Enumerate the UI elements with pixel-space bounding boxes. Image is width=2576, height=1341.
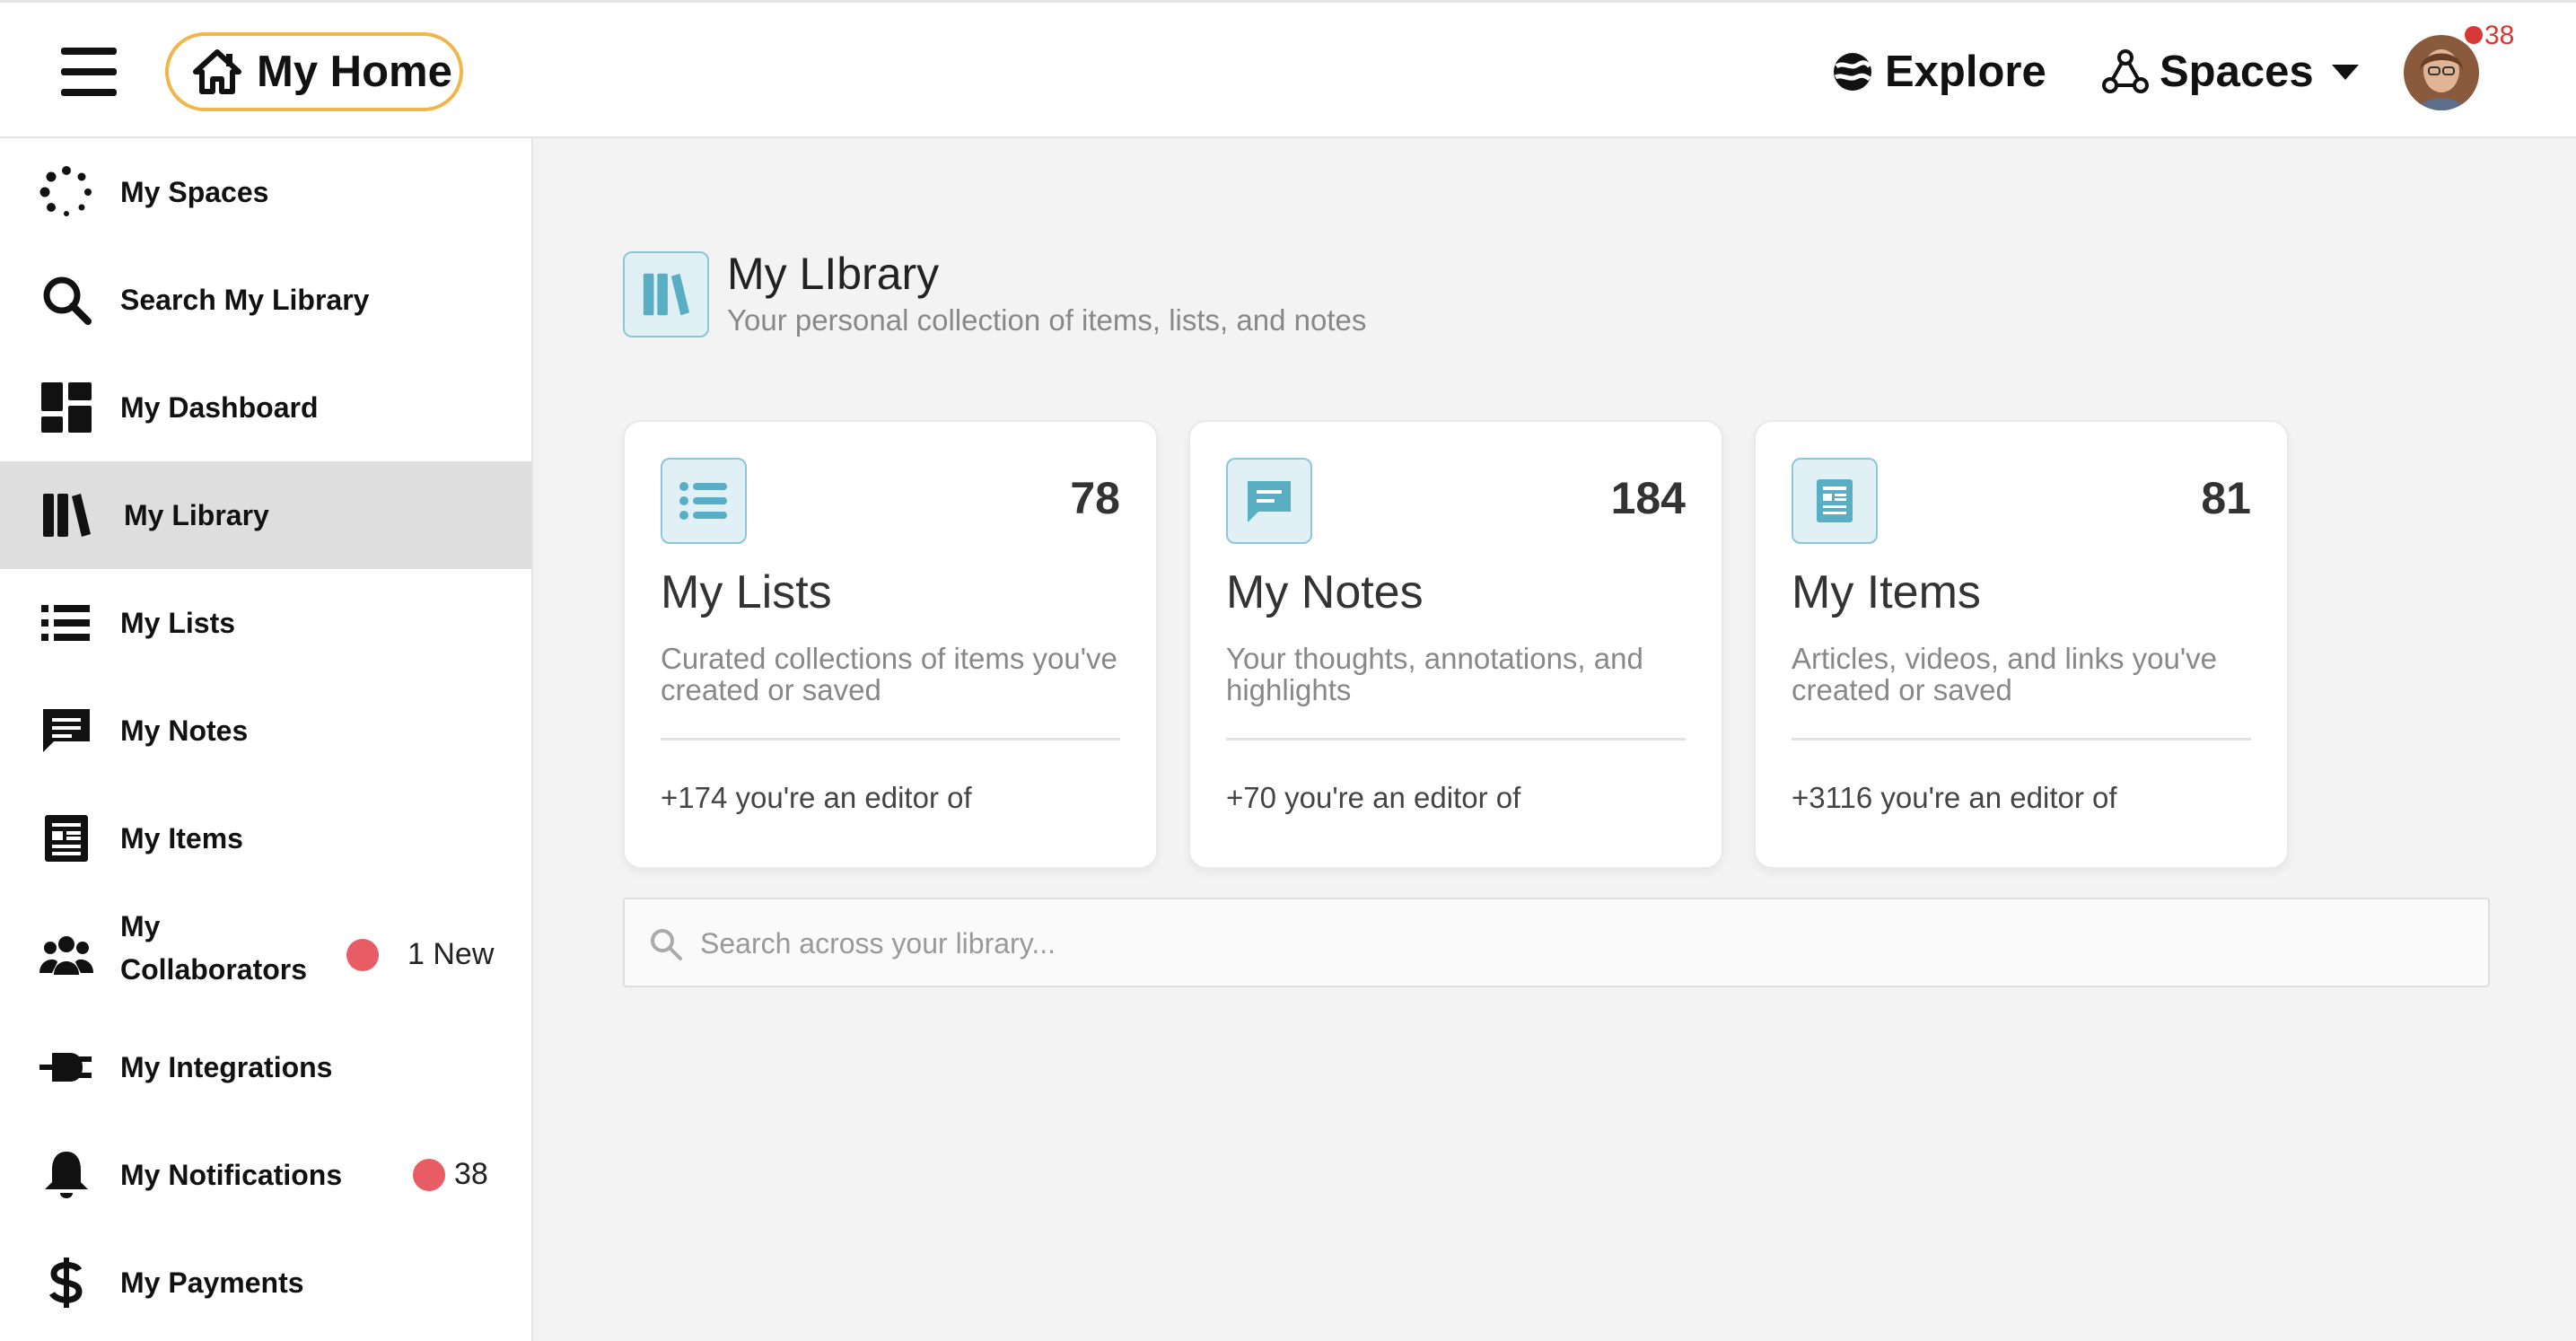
avatar-image <box>2404 35 2479 110</box>
card-editor-count: +174 you're an editor of <box>661 781 972 814</box>
sidebar-item-label: My Notes <box>120 714 249 747</box>
plug-icon <box>38 1039 95 1096</box>
sidebar-item-my-collaborators[interactable]: My Collaborators 1 New <box>0 892 531 1018</box>
card-editor-count: +3116 you're an editor of <box>1792 781 2117 814</box>
card-title: My Items <box>1792 566 1981 618</box>
user-avatar[interactable] <box>2404 35 2479 110</box>
explore-label: Explore <box>1885 48 2046 96</box>
article-icon <box>38 810 95 867</box>
library-search-input[interactable] <box>700 916 2459 971</box>
sidebar: My Spaces Search My Library My Dashboard… <box>0 138 533 1341</box>
top-bar: My Home Explore Spaces 38 <box>0 0 2576 138</box>
my-home-label: My Home <box>257 48 452 96</box>
list-icon <box>661 458 747 544</box>
home-icon <box>193 49 241 94</box>
sidebar-item-label-line2: Collaborators <box>120 953 308 986</box>
sidebar-item-label: Search My Library <box>120 284 370 316</box>
hamburger-icon <box>61 48 117 55</box>
card-description: Your thoughts, annotations, and highligh… <box>1226 642 1643 706</box>
notification-dot <box>2465 26 2483 44</box>
card-divider <box>1792 738 2251 741</box>
lists-count: 78 <box>1070 473 1120 523</box>
article-icon <box>1792 458 1878 544</box>
sidebar-item-my-library[interactable]: My Library <box>0 461 531 569</box>
spaces-label: Spaces <box>2160 48 2314 96</box>
library-search-bar <box>623 898 2490 987</box>
hamburger-icon-bar <box>61 89 117 96</box>
library-header-icon <box>623 251 709 337</box>
list-icon <box>38 594 95 652</box>
search-icon <box>38 271 95 329</box>
explore-button[interactable]: Explore <box>1831 39 2046 105</box>
library-icon <box>643 273 690 316</box>
sidebar-item-search-my-library[interactable]: Search My Library <box>0 246 531 354</box>
new-badge-dot <box>346 939 379 971</box>
note-icon <box>1226 458 1312 544</box>
sidebar-item-label-line1: My <box>120 910 161 942</box>
card-divider <box>661 738 1120 741</box>
dashboard-icon <box>38 379 95 436</box>
menu-button[interactable] <box>61 48 117 96</box>
bell-icon <box>38 1146 95 1204</box>
sidebar-item-my-items[interactable]: My Items <box>0 784 531 892</box>
sidebar-item-my-lists[interactable]: My Lists <box>0 569 531 677</box>
sidebar-item-label: My Dashboard <box>120 391 319 424</box>
my-home-button[interactable]: My Home <box>165 32 463 111</box>
sidebar-item-label: My Items <box>120 822 243 855</box>
sidebar-item-my-payments[interactable]: My Payments <box>0 1229 531 1337</box>
caret-down-icon <box>2331 65 2359 80</box>
library-icon <box>38 486 95 544</box>
sidebar-item-my-notes[interactable]: My Notes <box>0 677 531 784</box>
new-badge-text: 1 New <box>407 937 495 971</box>
sidebar-item-label: My Library <box>124 499 269 531</box>
sidebar-item-my-notifications[interactable]: My Notifications 38 <box>0 1121 531 1229</box>
card-divider <box>1226 738 1686 741</box>
spaces-dropdown[interactable]: Spaces <box>2102 39 2361 105</box>
sidebar-item-my-integrations[interactable]: My Integrations <box>0 1013 531 1121</box>
notes-count: 184 <box>1610 473 1686 523</box>
page-subtitle: Your personal collection of items, lists… <box>727 303 1367 337</box>
sidebar-item-my-dashboard[interactable]: My Dashboard <box>0 354 531 461</box>
sidebar-item-label: My Payments <box>120 1266 304 1299</box>
sidebar-item-label: My Spaces <box>120 176 269 208</box>
hamburger-icon-bar <box>61 68 117 75</box>
my-lists-card[interactable]: 78 My Lists Curated collections of items… <box>623 420 1158 869</box>
notifications-badge-count: 38 <box>454 1157 488 1191</box>
items-count: 81 <box>2201 473 2251 523</box>
sidebar-item-my-spaces[interactable]: My Spaces <box>0 138 531 246</box>
sidebar-item-label: My Notifications <box>120 1159 343 1191</box>
network-icon <box>2102 49 2149 93</box>
people-icon <box>38 926 95 984</box>
my-items-card[interactable]: 81 My Items Articles, videos, and links … <box>1754 420 2289 869</box>
note-icon <box>38 702 95 759</box>
my-notes-card[interactable]: 184 My Notes Your thoughts, annotations,… <box>1188 420 1723 869</box>
notifications-badge-dot <box>413 1159 445 1191</box>
card-title: My Notes <box>1226 566 1424 618</box>
dots-circle-icon <box>38 163 95 221</box>
dollar-icon <box>38 1254 95 1311</box>
main-content: My LIbrary Your personal collection of i… <box>533 138 2576 1341</box>
sidebar-item-label: My Integrations <box>120 1051 333 1083</box>
card-editor-count: +70 you're an editor of <box>1226 781 1521 814</box>
card-description: Curated collections of items you've crea… <box>661 642 1117 706</box>
card-description: Articles, videos, and links you've creat… <box>1792 642 2218 706</box>
notification-count: 38 <box>2484 21 2515 50</box>
page-title: My LIbrary <box>727 249 940 299</box>
sidebar-item-label: My Lists <box>120 607 236 639</box>
search-icon <box>651 929 682 960</box>
card-title: My Lists <box>661 566 832 618</box>
globe-icon <box>1834 53 1871 91</box>
